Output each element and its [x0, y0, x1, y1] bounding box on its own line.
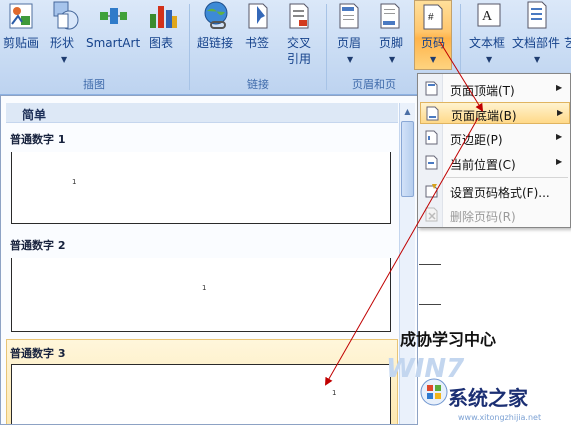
page-number-label: 页码 [421, 36, 446, 50]
watermark-url: www.xitongzhijia.net [458, 413, 542, 422]
menu-item-current-position[interactable]: 当前位置(C) ▶ [420, 152, 570, 174]
bookmark-label: 书签 [245, 36, 270, 50]
hyperlink-icon [204, 1, 228, 29]
document-parts-dropdown-icon: ▼ [534, 55, 541, 64]
submenu-arrow-icon: ▶ [557, 108, 564, 117]
bookmark-icon [248, 3, 268, 29]
shapes-label: 形状 [50, 36, 75, 50]
document-parts-button[interactable]: 文档部件 ▼ [512, 0, 564, 72]
header-icon [339, 3, 359, 29]
illustrations-group-label: 插图 [83, 78, 105, 91]
submenu-arrow-icon: ▶ [556, 83, 563, 92]
links-group-label: 链接 [247, 78, 269, 91]
gallery-item-label: 普通数字 3 [10, 347, 66, 360]
document-heading: 成协学习中心 [400, 330, 497, 349]
textbox-label: 文本框 [469, 36, 506, 50]
cross-reference-label-1: 交叉 [287, 36, 312, 50]
scroll-up-icon[interactable]: ▲ [400, 104, 415, 119]
page-number-button[interactable]: # 页码 ▼ [414, 0, 452, 70]
page-number-gallery: 简单 普通数字 1 1 普通数字 2 1 普通数字 3 1 ▲ [0, 95, 418, 425]
textbox-button[interactable]: A 文本框 ▼ [466, 0, 512, 72]
top-of-page-icon [425, 81, 438, 96]
gallery-item-label: 普通数字 2 [10, 239, 66, 252]
clip-art-button[interactable]: 剪贴画 [0, 0, 40, 72]
document-rule [419, 264, 441, 265]
footer-icon [380, 3, 400, 29]
footer-button[interactable]: 页脚 ▼ [371, 0, 411, 72]
smartart-icon [100, 8, 127, 24]
shapes-icon [53, 1, 79, 30]
current-position-icon [425, 155, 438, 170]
document-rule [419, 304, 441, 305]
format-page-numbers-icon [425, 184, 438, 198]
page-number-preview: 1 [72, 178, 77, 186]
wordart-label: 艺 [564, 36, 571, 50]
page-number-menu: 页面顶端(T) ▶ 页面底端(B) ▶ 页边距(P) ▶ 当前位置(C) ▶ 设… [417, 73, 571, 228]
page-margins-icon [425, 130, 438, 145]
header-footer-group-label: 页眉和页 [352, 78, 396, 91]
header-button[interactable]: 页眉 ▼ [331, 0, 369, 72]
menu-item-remove-page-numbers[interactable]: 删除页码(R) [420, 204, 570, 226]
chart-button[interactable]: 图表 [145, 0, 181, 72]
hyperlink-button[interactable]: 超链接 [193, 0, 239, 72]
smartart-label: SmartArt [86, 36, 141, 50]
shapes-dropdown-icon: ▼ [61, 55, 68, 64]
gallery-item-label: 普通数字 1 [10, 133, 66, 146]
gallery-item-plain-number-1[interactable]: 1 [11, 152, 391, 224]
bottom-of-page-icon [426, 106, 439, 121]
page-number-icon: # [423, 4, 443, 30]
clip-art-icon [9, 3, 33, 29]
footer-dropdown-icon: ▼ [389, 55, 396, 64]
document-parts-icon [527, 1, 547, 29]
page-number-preview: 1 [332, 389, 337, 397]
windows-logo-icon [420, 378, 448, 406]
menu-item-bottom-of-page[interactable]: 页面底端(B) ▶ [420, 102, 570, 124]
links-group: 超链接 书签 交叉 引用 链接 [190, 0, 326, 95]
wordart-button[interactable]: 艺 [564, 0, 571, 72]
bookmark-button[interactable]: 书签 [240, 0, 276, 72]
page-number-preview: 1 [202, 284, 207, 292]
cross-reference-label-2: 引用 [287, 52, 312, 66]
menu-item-label: 页边距(P) [450, 133, 503, 147]
gallery-item-plain-number-2[interactable]: 1 [11, 258, 391, 332]
svg-text:#: # [428, 12, 434, 23]
clip-art-label: 剪贴画 [3, 36, 40, 50]
scrollbar-thumb[interactable] [401, 121, 414, 197]
chart-icon [150, 6, 177, 28]
illustrations-group: 剪贴画 形状 ▼ SmartArt 图表 插图 [0, 0, 188, 95]
page-number-dropdown-icon: ▼ [430, 55, 437, 64]
chart-label: 图表 [149, 36, 174, 50]
menu-item-label: 删除页码(R) [450, 210, 516, 224]
svg-text:A: A [482, 9, 493, 24]
header-dropdown-icon: ▼ [347, 55, 354, 64]
textbox-dropdown-icon: ▼ [486, 55, 493, 64]
menu-item-format-page-numbers[interactable]: 设置页码格式(F)... [420, 180, 570, 202]
menu-separator [446, 177, 568, 178]
shapes-button[interactable]: 形状 ▼ [44, 0, 84, 72]
submenu-arrow-icon: ▶ [556, 132, 563, 141]
cross-reference-icon [289, 3, 309, 29]
gallery-category-title: 简单 [6, 103, 398, 123]
gallery-item-plain-number-3[interactable]: 1 [11, 364, 391, 424]
watermark-site-name: 系统之家 [448, 386, 528, 410]
document-parts-label: 文档部件 [512, 36, 561, 50]
header-label: 页眉 [337, 36, 362, 50]
menu-item-top-of-page[interactable]: 页面顶端(T) ▶ [420, 78, 570, 100]
site-watermark: WIN7 系统之家 www.xitongzhijia.net [380, 352, 571, 425]
textbox-icon: A [477, 3, 501, 27]
menu-item-label: 页面顶端(T) [450, 84, 515, 98]
smartart-button[interactable]: SmartArt [86, 0, 142, 72]
footer-label: 页脚 [379, 36, 404, 50]
menu-item-label: 设置页码格式(F)... [450, 186, 550, 200]
remove-page-numbers-icon [425, 207, 438, 222]
menu-item-label: 页面底端(B) [451, 109, 517, 123]
hyperlink-label: 超链接 [197, 36, 234, 50]
menu-item-label: 当前位置(C) [450, 158, 516, 172]
submenu-arrow-icon: ▶ [556, 157, 563, 166]
menu-item-page-margins[interactable]: 页边距(P) ▶ [420, 127, 570, 149]
cross-reference-button[interactable]: 交叉 引用 [278, 0, 320, 72]
